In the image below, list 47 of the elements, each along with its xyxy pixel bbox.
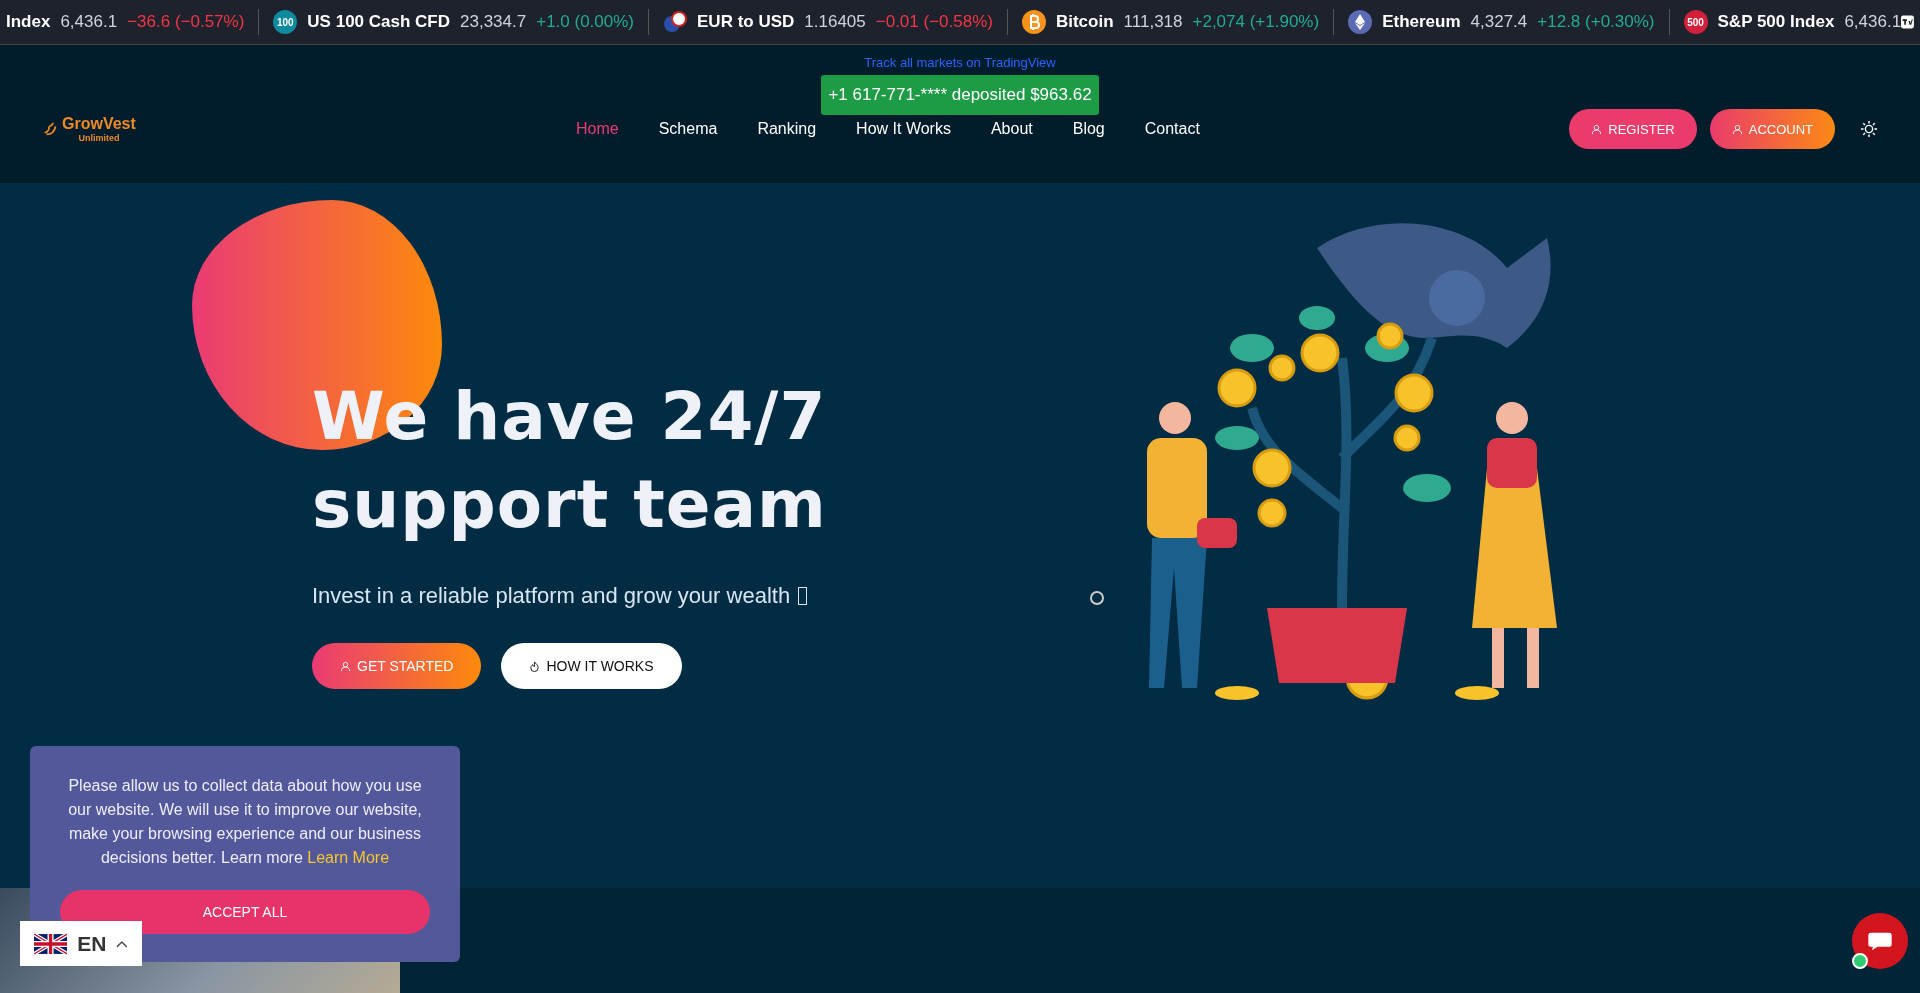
- theme-toggle-icon[interactable]: [1860, 120, 1878, 138]
- ticker-symbol: US 100 Cash CFD: [307, 12, 450, 32]
- ethereum-icon: [1348, 10, 1373, 34]
- ticker-change: −36.6 (−0.57%): [127, 12, 245, 32]
- symbol-badge: 500: [1683, 10, 1708, 34]
- ticker-symbol: Ethereum: [1382, 12, 1461, 32]
- deposit-notification: +1 617-771-**** deposited $963.62: [821, 75, 1099, 115]
- header-button[interactable]: REGISTER: [1569, 109, 1697, 149]
- uk-flag-icon: [34, 931, 68, 956]
- accept-all-button[interactable]: ACCEPT ALL: [60, 890, 430, 934]
- growvest-logo[interactable]: GrowVest Unlimited: [42, 115, 152, 143]
- ticker-symbol: Index: [6, 12, 51, 32]
- ticker-change: +1.0 (0.00%): [536, 12, 634, 32]
- ticker-price: 23,334.7: [460, 12, 527, 32]
- caret-icon: [116, 939, 128, 948]
- ticker-change: −0.01 (−0.58%): [875, 12, 993, 32]
- ticker-change: +12.8 (+0.30%): [1537, 12, 1655, 32]
- nav-link[interactable]: Home: [576, 120, 619, 138]
- ticker-price: 6,436.1: [60, 12, 118, 32]
- ticker-price: 4,327.4: [1470, 12, 1528, 32]
- nav-link[interactable]: Schema: [658, 120, 718, 138]
- ticker-change: +2,074 (+1.90%): [1192, 12, 1320, 32]
- bitcoin-icon: [1021, 10, 1046, 34]
- ticker-symbol: S&P 500 Index: [1717, 12, 1835, 32]
- ticker-symbol: Bitcoin: [1055, 12, 1114, 32]
- nav-link[interactable]: Ranking: [757, 120, 817, 138]
- ticker-symbol: EUR to USD: [697, 12, 795, 32]
- nav-link[interactable]: How It Works: [856, 120, 951, 138]
- hero-subtitle: Invest in a reliable platform and grow your wealth: [312, 583, 791, 609]
- cta-button[interactable]: HOW IT WORKS: [501, 643, 682, 689]
- symbol-badge: 100: [273, 10, 298, 34]
- flame-icon: [529, 660, 541, 672]
- ticker-price: 1.16405: [804, 12, 866, 32]
- language-selector[interactable]: EN: [20, 921, 142, 966]
- ticker-price: 111,318: [1123, 12, 1183, 32]
- nav-link[interactable]: Blog: [1072, 120, 1105, 138]
- nav-link[interactable]: About: [990, 120, 1033, 138]
- user-icon: [1731, 123, 1743, 135]
- user-icon: [340, 660, 351, 672]
- currency-flags-icon: [663, 10, 687, 34]
- cookie-message: Please allow us to collect data about how you use our website. We will use it to improve our website, make your browsing experience and our business decisions better. Learn more Learn More: [67, 776, 423, 868]
- missing-glyph-icon: [798, 587, 808, 605]
- nav-link[interactable]: Contact: [1144, 120, 1200, 138]
- user-icon: [1591, 123, 1603, 135]
- learn-more-link[interactable]: Learn More: [307, 849, 390, 866]
- ticker-price: 6,436.1: [1844, 12, 1902, 32]
- tradingview-link[interactable]: Track all markets on TradingView: [864, 55, 1056, 70]
